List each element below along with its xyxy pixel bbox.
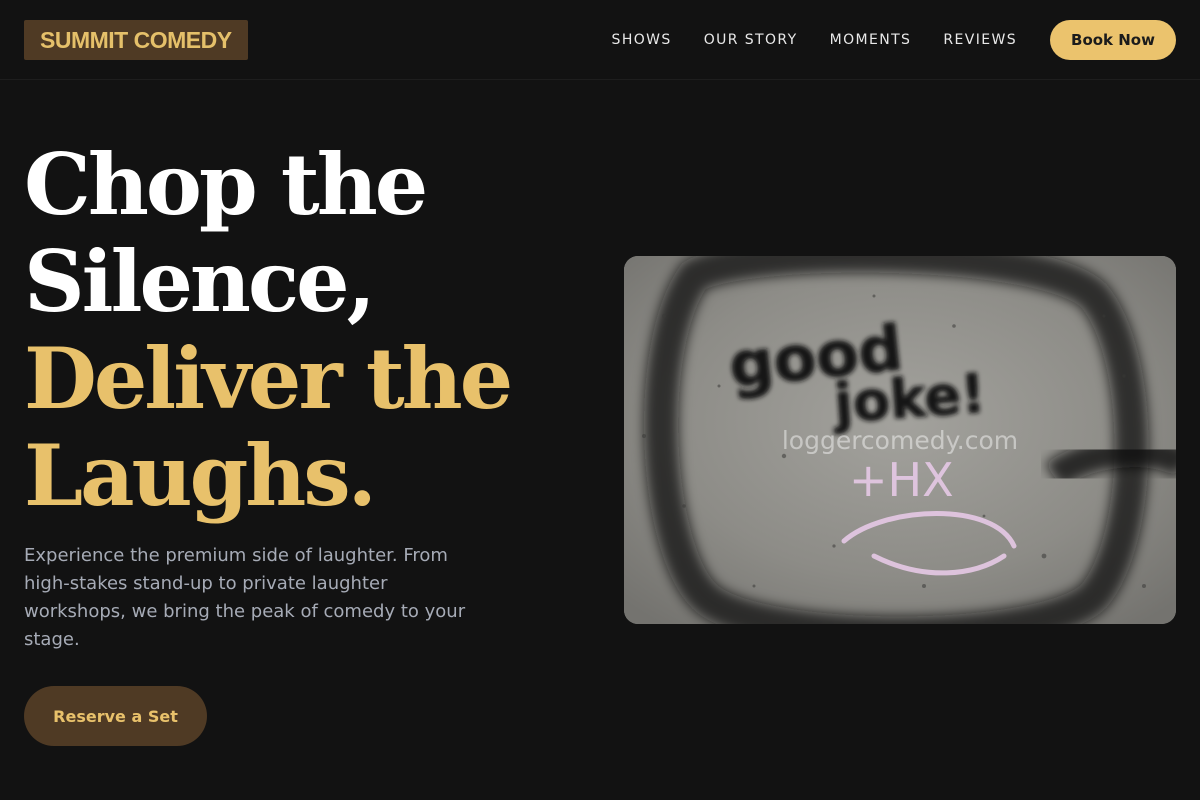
main-nav: SHOWS OUR STORY MOMENTS REVIEWS bbox=[612, 0, 1017, 80]
image-watermark: loggercomedy.com bbox=[781, 426, 1019, 455]
nav-shows[interactable]: SHOWS bbox=[612, 32, 672, 48]
brand-logo[interactable]: SUMMIT COMEDY bbox=[24, 20, 248, 60]
hero-image-graffiti-wall: good joke! +HX loggercomedy.com bbox=[624, 256, 1176, 624]
site-header: SUMMIT COMEDY SHOWS OUR STORY MOMENTS RE… bbox=[0, 0, 1200, 80]
nav-moments[interactable]: MOMENTS bbox=[830, 32, 912, 48]
hero-subtitle: Experience the premium side of laughter.… bbox=[24, 545, 466, 650]
hero-title-line-2: Silence, bbox=[24, 232, 376, 331]
graffiti-tux: +HX bbox=[849, 453, 954, 507]
nav-our-story[interactable]: OUR STORY bbox=[704, 32, 798, 48]
nav-reviews[interactable]: REVIEWS bbox=[943, 32, 1017, 48]
hero-title-line-4: Laughs. bbox=[24, 426, 377, 525]
graffiti-joke: joke! bbox=[830, 362, 987, 436]
hero-title-line-3: Deliver the bbox=[24, 329, 513, 428]
hero-title-line-1: Chop the bbox=[24, 135, 428, 234]
reserve-set-button[interactable]: Reserve a Set bbox=[24, 686, 207, 746]
book-now-button[interactable]: Book Now bbox=[1050, 20, 1176, 60]
hero-title: Chop the Silence, Deliver the Laughs. bbox=[24, 136, 584, 524]
